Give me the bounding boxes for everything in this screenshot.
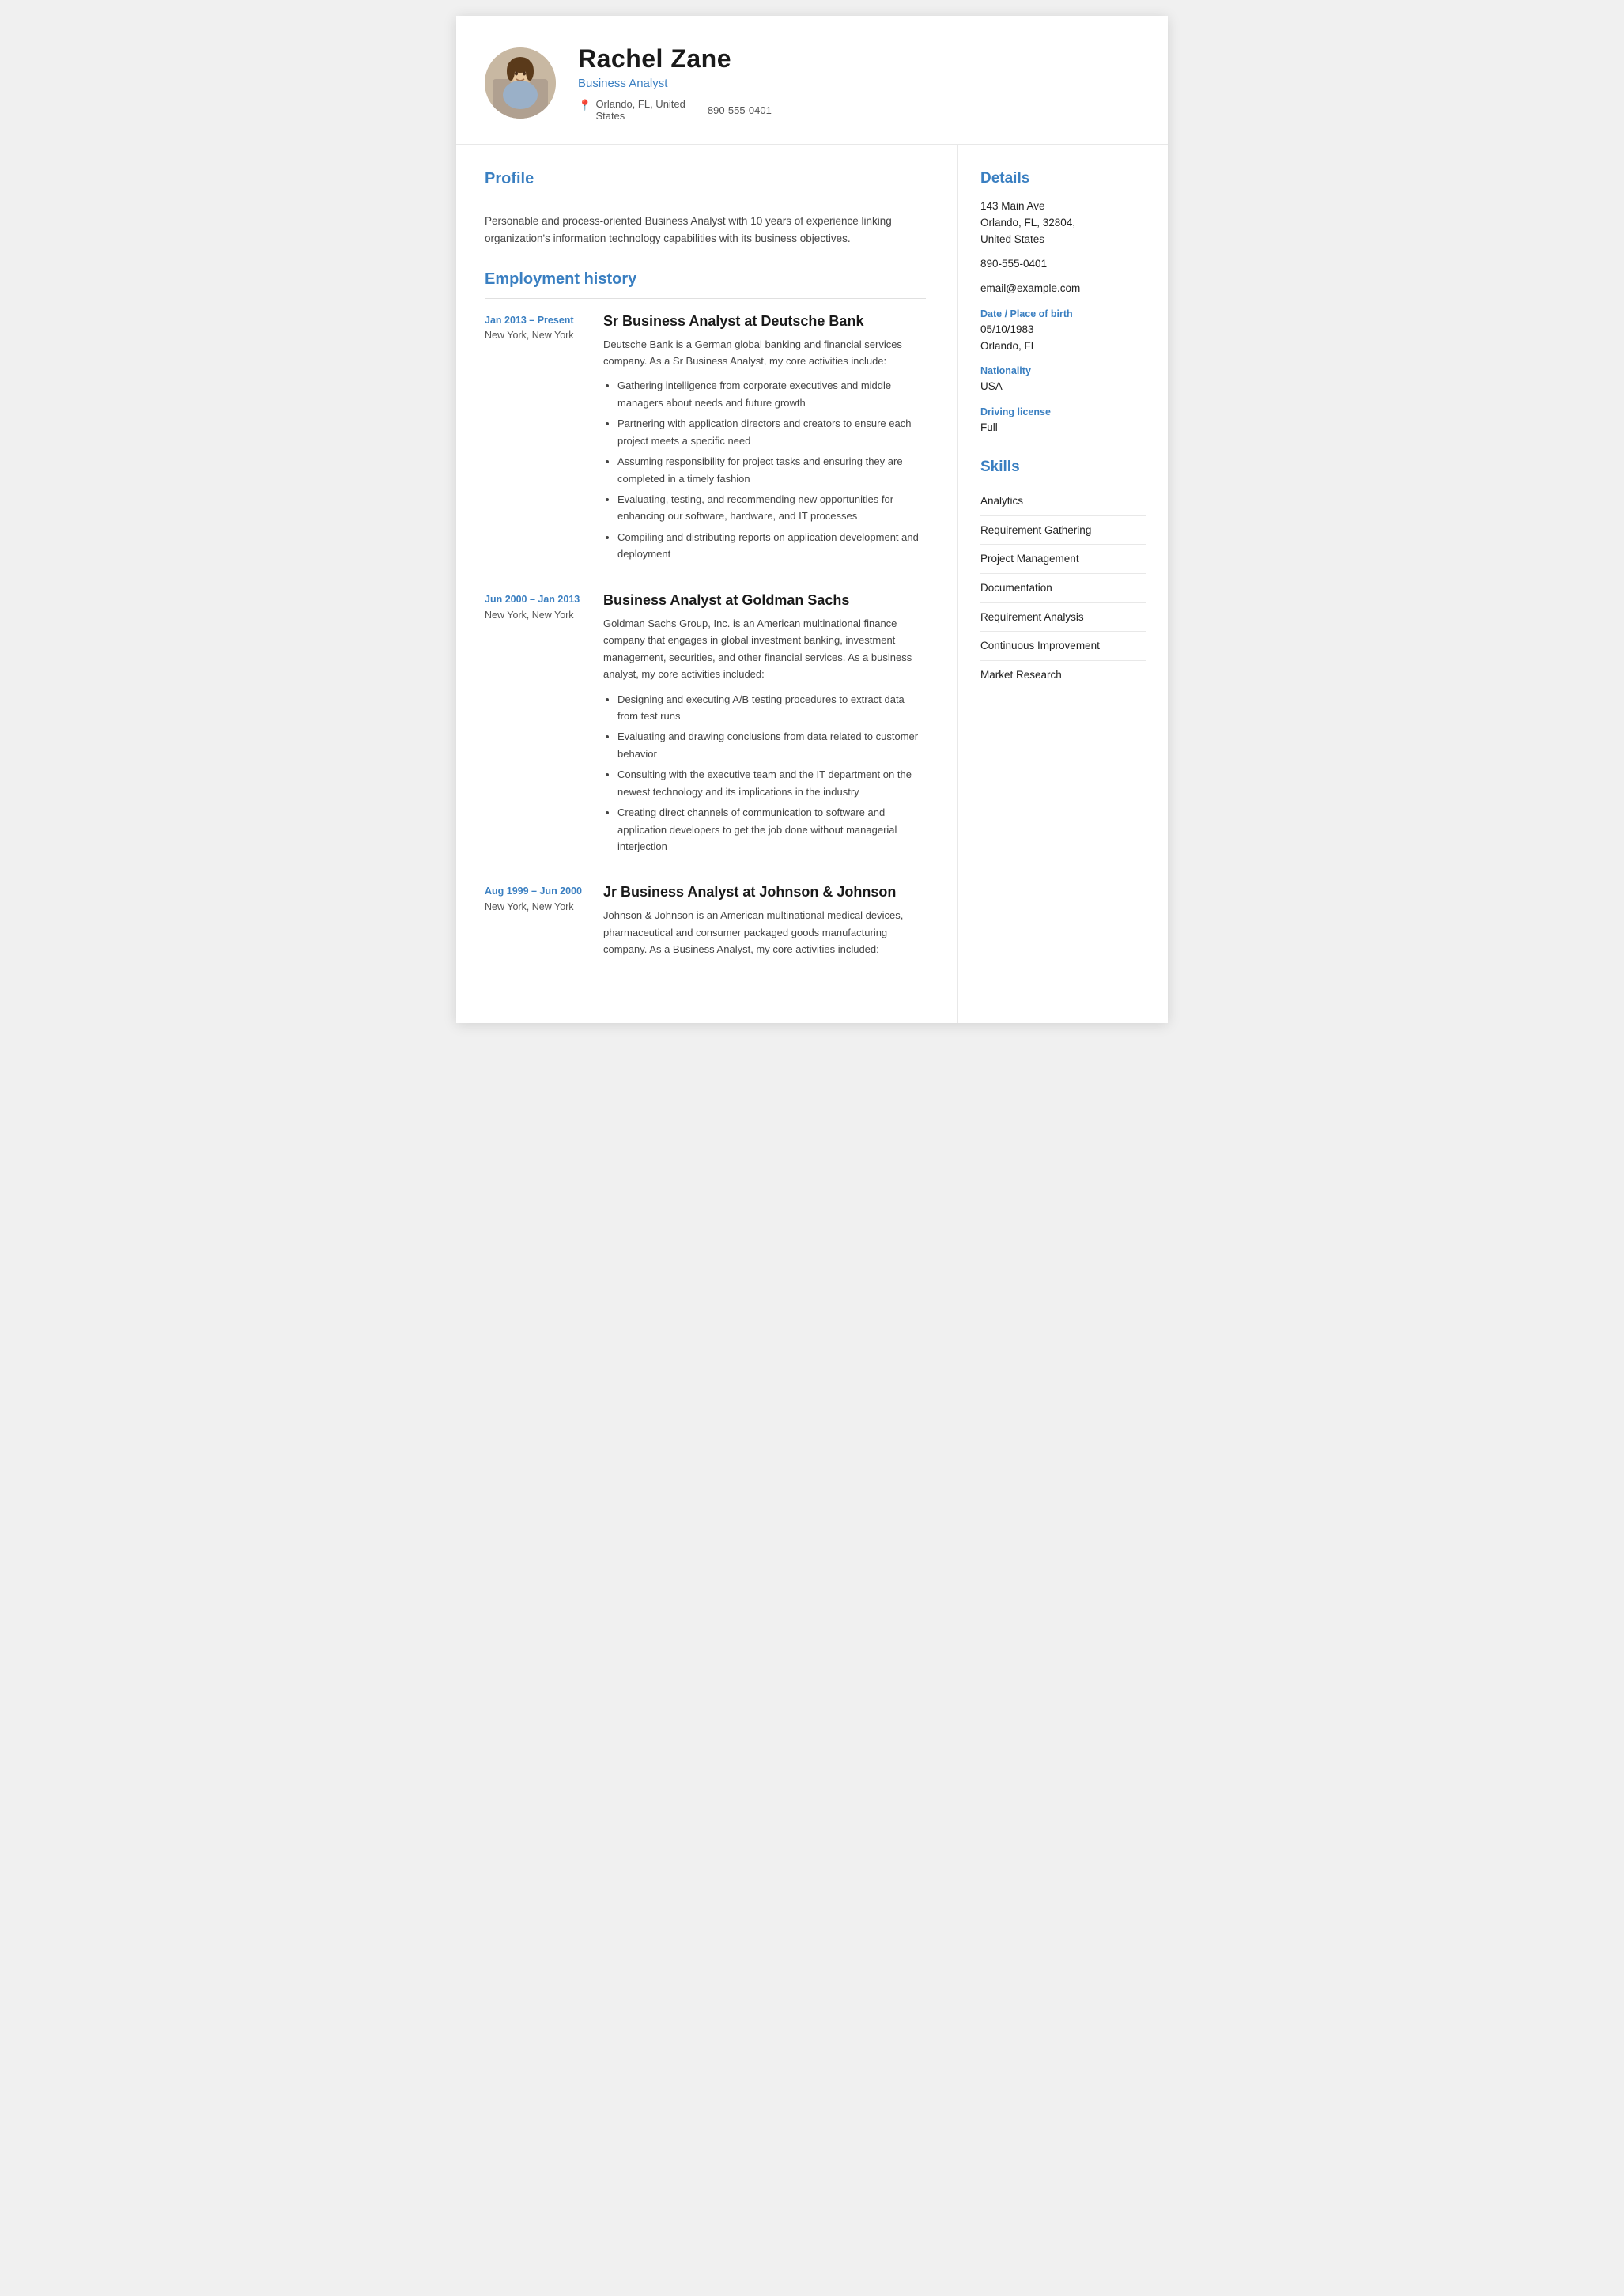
candidate-title: Business Analyst bbox=[578, 77, 1130, 90]
skill-item: Market Research bbox=[980, 661, 1146, 689]
entry-job-title: Sr Business Analyst at Deutsche Bank bbox=[603, 313, 926, 330]
avatar bbox=[485, 47, 556, 119]
header-contact: 📍 Orlando, FL, United States 890-555-040… bbox=[578, 98, 1130, 122]
resume-document: Rachel Zane Business Analyst 📍 Orlando, … bbox=[456, 16, 1168, 1023]
skill-item: Analytics bbox=[980, 487, 1146, 516]
entry-date: Jan 2013 – Present bbox=[485, 313, 587, 328]
sidebar-nationality-label: Nationality bbox=[980, 365, 1146, 376]
sidebar-city: Orlando, FL, 32804, United States bbox=[980, 215, 1146, 248]
sidebar-dob: 05/10/1983 bbox=[980, 322, 1146, 338]
bullet-item: Partnering with application directors an… bbox=[617, 415, 926, 449]
employment-divider bbox=[485, 298, 926, 299]
sidebar-place-of-birth: Orlando, FL bbox=[980, 338, 1146, 355]
entry-location: New York, New York bbox=[485, 330, 587, 341]
bullet-item: Evaluating, testing, and recommending ne… bbox=[617, 491, 926, 525]
bullet-item: Designing and executing A/B testing proc… bbox=[617, 691, 926, 725]
details-heading: Details bbox=[980, 170, 1146, 187]
body-content: Profile Personable and process-oriented … bbox=[456, 145, 1168, 1023]
bullet-item: Assuming responsibility for project task… bbox=[617, 453, 926, 487]
profile-text: Personable and process-oriented Business… bbox=[485, 213, 926, 248]
entry-location: New York, New York bbox=[485, 901, 587, 912]
profile-heading: Profile bbox=[485, 170, 926, 188]
employment-section: Employment history Jan 2013 – Present New… bbox=[485, 270, 926, 966]
skills-heading: Skills bbox=[980, 459, 1146, 476]
sidebar-driving: Full bbox=[980, 420, 1146, 436]
location-icon: 📍 bbox=[578, 99, 591, 112]
entry-date-col: Jun 2000 – Jan 2013 New York, New York bbox=[485, 592, 587, 859]
skills-section: Skills AnalyticsRequirement GatheringPro… bbox=[980, 459, 1146, 689]
candidate-name: Rachel Zane bbox=[578, 44, 1130, 74]
entry-job-title: Jr Business Analyst at Johnson & Johnson bbox=[603, 884, 926, 901]
sidebar-phone: 890-555-0401 bbox=[980, 256, 1146, 273]
employment-entries: Jan 2013 – Present New York, New York Sr B… bbox=[485, 313, 926, 966]
header-info: Rachel Zane Business Analyst 📍 Orlando, … bbox=[578, 44, 1130, 122]
bullet-item: Consulting with the executive team and t… bbox=[617, 766, 926, 800]
sidebar-nationality: USA bbox=[980, 379, 1146, 395]
skill-item: Project Management bbox=[980, 545, 1146, 574]
details-section: Details 143 Main Ave Orlando, FL, 32804,… bbox=[980, 170, 1146, 436]
location-line2: States bbox=[595, 110, 625, 122]
skill-item: Requirement Analysis bbox=[980, 603, 1146, 633]
main-column: Profile Personable and process-oriented … bbox=[456, 145, 958, 1023]
entry-date: Jun 2000 – Jan 2013 bbox=[485, 592, 587, 607]
skill-item: Documentation bbox=[980, 574, 1146, 603]
skill-item: Requirement Gathering bbox=[980, 516, 1146, 546]
header-phone: 890-555-0401 bbox=[708, 104, 772, 116]
entry-location: New York, New York bbox=[485, 610, 587, 621]
entry-content: Jr Business Analyst at Johnson & Johnson… bbox=[603, 884, 926, 965]
entry-date-col: Jan 2013 – Present New York, New York bbox=[485, 313, 587, 567]
entry-date: Aug 1999 – Jun 2000 bbox=[485, 884, 587, 899]
sidebar-driving-label: Driving license bbox=[980, 406, 1146, 417]
bullet-item: Gathering intelligence from corporate ex… bbox=[617, 377, 926, 411]
bullet-item: Evaluating and drawing conclusions from … bbox=[617, 728, 926, 762]
profile-section: Profile Personable and process-oriented … bbox=[485, 170, 926, 248]
entry-content: Sr Business Analyst at Deutsche Bank Deut… bbox=[603, 313, 926, 567]
header-section: Rachel Zane Business Analyst 📍 Orlando, … bbox=[456, 16, 1168, 145]
employment-entry: Jun 2000 – Jan 2013 New York, New York Bus… bbox=[485, 592, 926, 859]
location-line1: Orlando, FL, United bbox=[595, 98, 685, 110]
sidebar-column: Details 143 Main Ave Orlando, FL, 32804,… bbox=[958, 145, 1168, 1023]
sidebar-address: 143 Main Ave bbox=[980, 198, 1146, 215]
bullet-item: Creating direct channels of communicatio… bbox=[617, 804, 926, 855]
employment-entry: Aug 1999 – Jun 2000 New York, New York Jr … bbox=[485, 884, 926, 965]
entry-content: Business Analyst at Goldman Sachs Goldman… bbox=[603, 592, 926, 859]
entry-job-title: Business Analyst at Goldman Sachs bbox=[603, 592, 926, 609]
entry-description: Goldman Sachs Group, Inc. is an American… bbox=[603, 615, 926, 683]
entry-bullets: Gathering intelligence from corporate ex… bbox=[603, 377, 926, 562]
candidate-location: 📍 Orlando, FL, United States bbox=[578, 98, 685, 122]
employment-heading: Employment history bbox=[485, 270, 926, 289]
skill-item: Continuous Improvement bbox=[980, 632, 1146, 661]
employment-entry: Jan 2013 – Present New York, New York Sr B… bbox=[485, 313, 926, 567]
sidebar-dob-label: Date / Place of birth bbox=[980, 308, 1146, 319]
entry-description: Deutsche Bank is a German global banking… bbox=[603, 336, 926, 370]
entry-date-col: Aug 1999 – Jun 2000 New York, New York bbox=[485, 884, 587, 965]
skills-list: AnalyticsRequirement GatheringProject Ma… bbox=[980, 487, 1146, 689]
entry-bullets: Designing and executing A/B testing proc… bbox=[603, 691, 926, 855]
sidebar-email: email@example.com bbox=[980, 281, 1146, 297]
bullet-item: Compiling and distributing reports on ap… bbox=[617, 529, 926, 563]
entry-description: Johnson & Johnson is an American multina… bbox=[603, 907, 926, 957]
